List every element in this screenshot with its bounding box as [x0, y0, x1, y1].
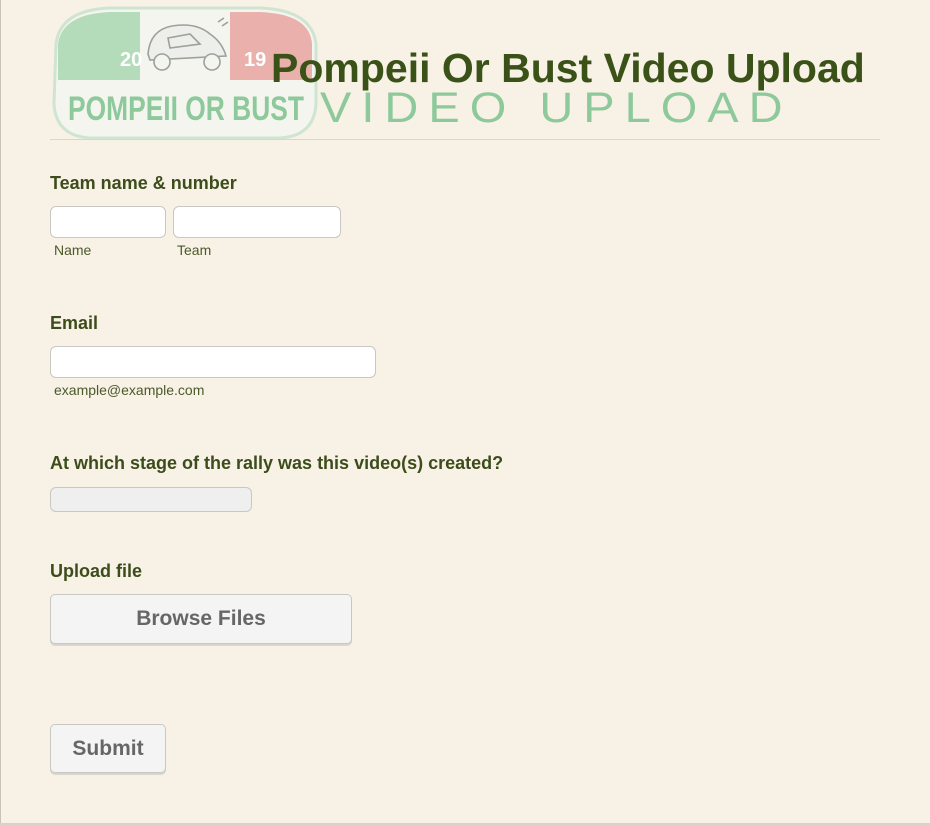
- header-divider: [50, 139, 880, 140]
- upload-file-label: Upload file: [50, 561, 143, 581]
- logo-year-right: 19: [244, 49, 266, 71]
- stage-select[interactable]: [50, 487, 252, 512]
- page-left-border: [0, 0, 1, 825]
- browse-files-button[interactable]: Browse Files: [50, 594, 352, 644]
- team-input[interactable]: [173, 206, 341, 238]
- logo-text: POMPEII OR BUST: [68, 90, 304, 128]
- name-sublabel: Name: [54, 242, 92, 258]
- stage-question-label: At which stage of the rally was this vid…: [50, 453, 504, 473]
- form-header: 20 19 POMPEII OR BUST VIDEO UPLOAD Pompe…: [50, 0, 880, 140]
- page-title: Pompeii Or Bust Video Upload: [271, 45, 865, 91]
- team-sublabel: Team: [177, 242, 212, 258]
- email-sublabel: example@example.com: [54, 382, 205, 398]
- email-label: Email: [50, 313, 99, 333]
- team-name-number-label: Team name & number: [50, 173, 237, 193]
- video-upload-banner: VIDEO UPLOAD: [320, 83, 793, 131]
- submit-button[interactable]: Submit: [50, 724, 166, 773]
- email-input[interactable]: [50, 346, 376, 378]
- logo-year-left: 20: [120, 49, 142, 71]
- name-input[interactable]: [50, 206, 166, 238]
